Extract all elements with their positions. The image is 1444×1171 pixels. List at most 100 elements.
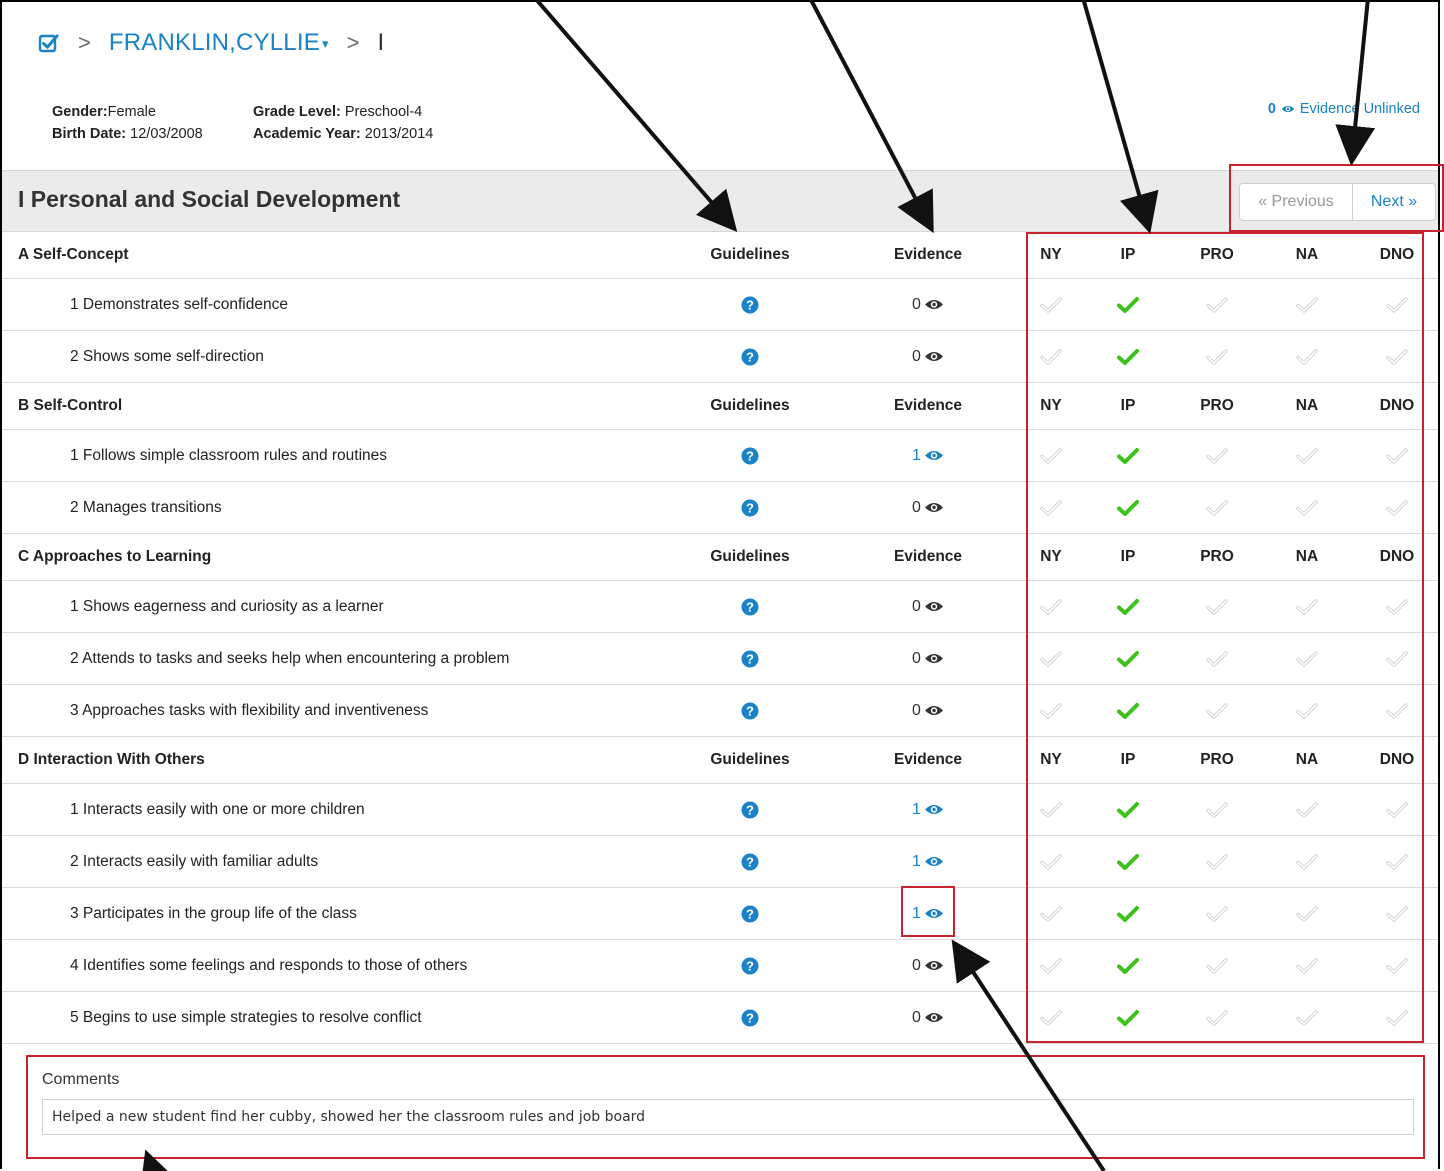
academic-year-label: Academic Year:	[253, 126, 361, 142]
indicator-label: 5 Begins to use simple strategies to res…	[70, 1008, 422, 1026]
evidence-link[interactable]: 1	[912, 784, 944, 835]
indicator-label: 2 Interacts easily with familiar adults	[70, 852, 319, 870]
guidelines-help-icon[interactable]: ?	[741, 581, 759, 632]
student-info-left: Gender:Female Birth Date: 12/03/2008	[52, 101, 203, 145]
eye-icon	[924, 501, 944, 514]
svg-text:?: ?	[746, 448, 754, 463]
breadcrumb-current: I	[377, 29, 385, 56]
svg-text:?: ?	[746, 651, 754, 666]
indicator-label: 2 Attends to tasks and seeks help when e…	[70, 649, 510, 667]
evidence-count: 0	[912, 597, 921, 615]
evidence-unlinked-link[interactable]: 0 Evidence Unlinked	[1268, 101, 1420, 117]
group-title: D Interaction With Others	[18, 751, 205, 768]
eye-icon	[924, 652, 944, 665]
evidence-count: 0	[912, 498, 921, 516]
group-title: B Self-Control	[18, 397, 123, 414]
evidence-unlinked-label: Evidence Unlinked	[1299, 101, 1420, 117]
svg-text:?: ?	[746, 599, 754, 614]
grade-level-value: Preschool-4	[344, 104, 423, 120]
svg-text:?: ?	[746, 958, 754, 973]
evidence-link[interactable]: 0	[912, 685, 944, 736]
svg-text:?: ?	[746, 854, 754, 869]
evidence-count: 0	[912, 701, 921, 719]
guidelines-header: Guidelines	[710, 751, 790, 768]
evidence-link[interactable]: 0	[912, 581, 944, 632]
guidelines-help-icon[interactable]: ?	[741, 836, 759, 887]
guidelines-help-icon[interactable]: ?	[741, 331, 759, 382]
grade-level-label: Grade Level:	[253, 104, 341, 120]
svg-text:?: ?	[746, 802, 754, 817]
indicator-label: 3 Approaches tasks with flexibility and …	[70, 701, 429, 719]
breadcrumb: > FRANKLIN,CYLLIE ▾ > I	[38, 28, 384, 58]
eye-icon	[924, 298, 944, 311]
evidence-header: Evidence	[893, 548, 963, 565]
guidelines-header: Guidelines	[710, 548, 790, 565]
ratings-highlight-box	[1026, 232, 1424, 1043]
gender-label: Gender:	[52, 104, 108, 120]
svg-text:?: ?	[746, 349, 754, 364]
evidence-count: 0	[912, 956, 921, 974]
eye-icon	[924, 803, 944, 816]
evidence-unlinked-count: 0	[1267, 101, 1276, 117]
group-title: A Self-Concept	[18, 246, 129, 263]
guidelines-help-icon[interactable]: ?	[741, 685, 759, 736]
eye-icon	[924, 600, 944, 613]
guidelines-help-icon[interactable]: ?	[741, 633, 759, 684]
evidence-link[interactable]: 1	[912, 836, 944, 887]
evidence-count: 1	[912, 800, 921, 818]
guidelines-help-icon[interactable]: ?	[741, 482, 759, 533]
indicator-label: 1 Demonstrates self-confidence	[70, 295, 288, 313]
eye-icon	[924, 449, 944, 462]
svg-text:?: ?	[746, 906, 754, 921]
evidence-link[interactable]: 0	[912, 279, 944, 330]
eye-icon	[924, 855, 944, 868]
evidence-count: 0	[912, 295, 921, 313]
eye-icon	[924, 1011, 944, 1024]
guidelines-help-icon[interactable]: ?	[741, 430, 759, 481]
guidelines-help-icon[interactable]: ?	[741, 940, 759, 991]
gender-value: Female	[107, 104, 156, 120]
evidence-highlight-box	[901, 886, 955, 937]
evidence-count: 1	[912, 446, 921, 464]
guidelines-help-icon[interactable]: ?	[741, 279, 759, 330]
evidence-count: 0	[912, 1008, 921, 1026]
svg-text:?: ?	[746, 500, 754, 515]
breadcrumb-separator: >	[346, 30, 360, 55]
pager-highlight-box	[1229, 164, 1444, 232]
indicator-label: 1 Interacts easily with one or more chil…	[70, 800, 365, 818]
guidelines-help-icon[interactable]: ?	[741, 888, 759, 939]
student-info-right: Grade Level: Preschool-4 Academic Year: …	[253, 101, 433, 145]
svg-text:?: ?	[746, 703, 754, 718]
group-title: C Approaches to Learning	[18, 548, 212, 565]
academic-year-value: 2013/2014	[364, 126, 434, 142]
checkbox-icon[interactable]	[38, 32, 60, 54]
indicator-label: 3 Participates in the group life of the …	[70, 904, 357, 922]
indicator-label: 2 Shows some self-direction	[70, 347, 264, 365]
evidence-link[interactable]: 0	[912, 633, 944, 684]
svg-text:?: ?	[746, 1010, 754, 1025]
indicator-label: 4 Identifies some feelings and responds …	[70, 956, 468, 974]
svg-text:?: ?	[746, 297, 754, 312]
evidence-count: 0	[912, 649, 921, 667]
student-dropdown[interactable]: FRANKLIN,CYLLIE ▾	[109, 29, 329, 57]
eye-icon	[924, 959, 944, 972]
evidence-link[interactable]: 1	[912, 430, 944, 481]
breadcrumb-separator: >	[78, 30, 91, 55]
guidelines-help-icon[interactable]: ?	[741, 784, 759, 835]
comments-highlight-box	[26, 1055, 1425, 1159]
evidence-link[interactable]: 0	[912, 482, 944, 533]
section-title: I Personal and Social Development	[18, 186, 401, 212]
evidence-link[interactable]: 0	[912, 940, 944, 991]
indicator-label: 2 Manages transitions	[70, 498, 222, 516]
evidence-link[interactable]: 0	[912, 331, 944, 382]
birth-date-value: 12/03/2008	[130, 126, 203, 142]
chevron-down-icon: ▾	[321, 35, 329, 51]
guidelines-help-icon[interactable]: ?	[741, 992, 759, 1043]
evidence-count: 0	[912, 347, 921, 365]
student-name: FRANKLIN,CYLLIE	[108, 29, 320, 56]
eye-icon	[1281, 105, 1295, 113]
evidence-link[interactable]: 0	[912, 992, 944, 1043]
eye-icon	[924, 704, 944, 717]
evidence-count: 1	[912, 852, 921, 870]
guidelines-header: Guidelines	[710, 397, 790, 414]
